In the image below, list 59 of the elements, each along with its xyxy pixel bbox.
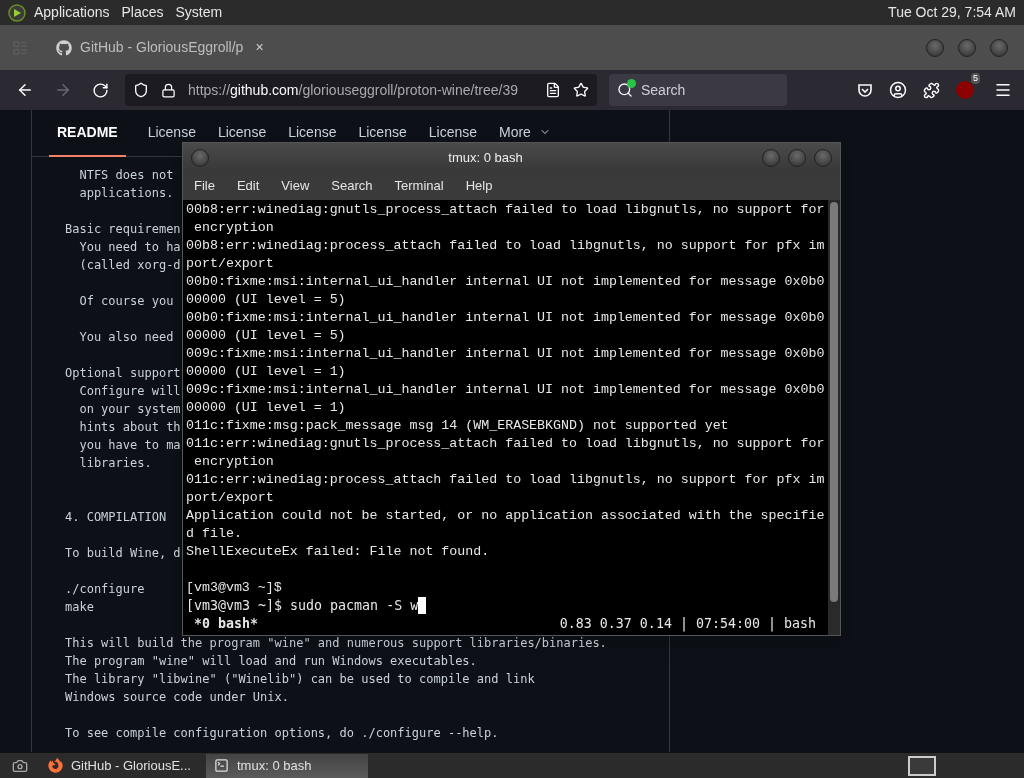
readme-text: NTFS does not applications. Basic requiremen You need to ha (called xorg-d Of course you You also need Optional support Configure will on your system hints about th you have to ma libraries. 4. COMPILATION To build Wine, d ./configure make (65, 167, 181, 616)
menu-icon[interactable] (994, 81, 1012, 99)
search-field[interactable]: Search (609, 74, 787, 106)
tab-close-button[interactable]: × (255, 37, 264, 58)
back-icon[interactable] (16, 81, 34, 99)
menu-item[interactable]: File (194, 176, 215, 196)
tmux-status: 0.83 0.37 0.14 | 07:54:00 | bash (559, 615, 817, 633)
bookmark-star-icon[interactable] (573, 82, 589, 98)
readme-text: This will build the program "wine" and numerous support libraries/binaries. The program "wine" will load and run Windows executables. The library "libwine" ("Winelib") can be used to compile and link Windows source code under Unix. To see compile configuration options, do ./configure --help. (65, 635, 607, 742)
reload-icon[interactable] (92, 81, 109, 99)
taskbar-item[interactable]: tmux: 0 bash (206, 753, 368, 778)
readme-tab[interactable]: License (147, 123, 196, 141)
terminal-output: 00b8:err:winediag:gnutls_process_attach failed to load libgnutls, no support for encryption 00b8:err:winediag:process_attach failed to load libgnutls, no support for pfx im port/export 00b0:fixme:msi:internal_ui_handler internal UI not implemented for message 0x0b0 00000 (UI level = 5) 00b0:fixme:msi:internal_ui_handler internal UI not implemented for message 0x0b0 00000 (UI level = 5) 009c:fixme:msi:internal_ui_handler internal UI not implemented for message 0x0b0 00000 (UI level = 1) 009c:fixme:msi:internal_ui_handler internal UI not implemented for message 0x0b0 00000 (UI level = 1) 011c:fixme:msg:pack_message msg 14 (WM_ERASEBKGND) not supported yet 011c:err:winediag:gnutls_process_attach failed to load libgnutls, no support for encryption 011c:err:winediag:process_attach failed to load libgnutls, no support for pfx im port/export Application could not be started, or no application associated with the specifie d file. ShellExecuteEx failed: File not found. [vm3@vm3 ~]$ (186, 201, 826, 597)
menu-item[interactable]: View (281, 176, 310, 196)
url-field[interactable]: https://github.com/gloriouseggroll/proton-wine/tree/39 (125, 74, 597, 106)
readme-tab[interactable]: License (428, 123, 477, 141)
maximize-button[interactable] (788, 148, 806, 167)
browser-tab[interactable]: GitHub - GloriousEggroll/p × (44, 29, 374, 66)
panel-menu[interactable]: Applications (34, 2, 110, 23)
window-menu-button[interactable] (191, 148, 209, 167)
camera-icon[interactable] (12, 757, 28, 774)
readme-tab[interactable]: License (288, 123, 337, 141)
extension-badge: 5 (971, 73, 980, 84)
cursor (418, 597, 427, 614)
workspace-switcher[interactable] (908, 755, 936, 776)
readme-tab[interactable]: README (49, 123, 126, 157)
readme-tab[interactable]: License (217, 123, 267, 141)
scrollbar[interactable] (828, 200, 840, 635)
tmux-window-label: *0 bash* (193, 615, 259, 633)
search-icon (617, 82, 633, 98)
panel-menu[interactable]: System (175, 2, 223, 23)
readme-tab[interactable]: License (358, 123, 407, 141)
account-icon[interactable] (889, 81, 907, 99)
menu-item[interactable]: Search (331, 176, 373, 196)
extensions-icon[interactable] (923, 81, 940, 99)
maximize-button[interactable] (958, 38, 976, 57)
menu-item[interactable]: Help (465, 176, 493, 196)
readme-tab[interactable]: More (499, 123, 551, 141)
reader-view-icon[interactable] (545, 82, 561, 98)
close-button[interactable] (990, 38, 1008, 57)
firefox-icon (48, 758, 63, 773)
url-text: https://github.com/gloriouseggroll/proton-wine/tree/39 (188, 80, 519, 100)
github-icon (56, 39, 72, 56)
panel-menu[interactable]: Places (121, 2, 164, 23)
minimize-button[interactable] (762, 148, 780, 167)
minimize-button[interactable] (926, 38, 944, 57)
close-button[interactable] (814, 148, 832, 167)
terminal-icon (214, 758, 229, 773)
menu-item[interactable]: Terminal (394, 176, 444, 196)
forward-icon[interactable] (54, 81, 72, 99)
prompt-line: [vm3@vm3 ~]$ sudo pacman -S w (186, 597, 419, 615)
window-title: tmux: 0 bash (447, 148, 524, 167)
taskbar-item[interactable]: GitHub - GloriousE... (40, 753, 202, 778)
clock[interactable]: Tue Oct 29, 7:54 AM (888, 2, 1016, 23)
shield-icon[interactable] (133, 82, 149, 98)
menu-item[interactable]: Edit (236, 176, 260, 196)
distro-logo-icon[interactable] (8, 3, 26, 22)
pocket-icon[interactable] (857, 82, 873, 98)
lock-icon (161, 82, 176, 98)
